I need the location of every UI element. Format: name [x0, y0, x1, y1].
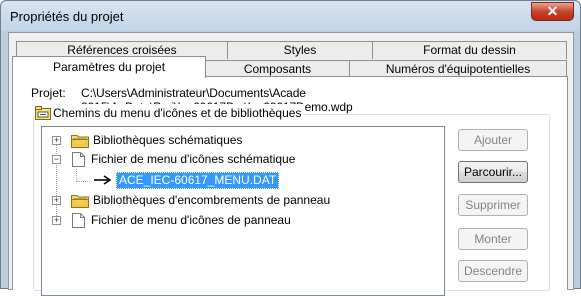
folder-icon	[71, 194, 89, 208]
tree-node-label: Fichier de menu d'icônes schématique	[91, 152, 296, 166]
tab-label: Composants	[243, 62, 312, 76]
group-title: Chemins du menu d'icônes et de bibliothè…	[35, 104, 306, 122]
tree-node-schematic-libraries[interactable]: + Bibliothèques schématiques	[52, 131, 242, 149]
tab-label: Format du dessin	[423, 43, 516, 57]
library-tree-view[interactable]: + Bibliothèques schématiques − Fichier d…	[41, 126, 445, 296]
tab-label: Styles	[283, 43, 317, 57]
title-bar[interactable]: Propriétés du projet ✕	[1, 1, 580, 31]
browse-button[interactable]: Parcourir...	[458, 161, 528, 183]
tab-label: Références croisées	[67, 43, 177, 57]
expand-icon[interactable]: +	[52, 135, 61, 145]
project-label: Projet:	[31, 86, 66, 100]
arrow-icon	[94, 175, 112, 185]
tab-label: Paramètres du projet	[52, 60, 166, 74]
tab-label: Numéros d'équipotentielles	[385, 62, 531, 76]
tree-node-panel-footprint-libraries[interactable]: + Bibliothèques d'encombrements de panne…	[52, 191, 330, 209]
tree-connector	[76, 181, 90, 182]
expand-icon[interactable]: +	[52, 215, 61, 225]
group-title-label: Chemins du menu d'icônes et de bibliothè…	[53, 106, 302, 120]
tab-styles[interactable]: Styles	[227, 41, 373, 59]
tab-drawing-format[interactable]: Format du dessin	[372, 41, 567, 59]
document-icon	[72, 151, 85, 167]
remove-button[interactable]: Supprimer	[458, 194, 528, 216]
tree-node-label: Bibliothèques d'encombrements de panneau	[93, 193, 331, 207]
move-up-button[interactable]: Monter	[458, 228, 528, 250]
tree-node-label: Bibliothèques schématiques	[93, 133, 243, 147]
move-down-button[interactable]: Descendre	[458, 260, 528, 282]
folder-library-icon	[35, 106, 51, 120]
add-button[interactable]: Ajouter	[458, 129, 528, 151]
expand-icon[interactable]: +	[52, 195, 61, 205]
project-properties-window: Propriétés du projet ✕ Références croisé…	[0, 0, 581, 296]
close-button[interactable]: ✕	[531, 2, 574, 21]
tree-node-panel-icon-menu[interactable]: + Fichier de menu d'icônes de panneau	[52, 211, 291, 229]
collapse-icon[interactable]: −	[52, 154, 61, 164]
window-title: Propriétés du projet	[10, 9, 124, 24]
tree-node-label: Fichier de menu d'icônes de panneau	[91, 213, 291, 227]
document-icon	[72, 212, 85, 228]
tab-project-settings[interactable]: Paramètres du projet	[12, 56, 206, 78]
folder-icon	[71, 134, 89, 148]
tree-node-schematic-icon-menu[interactable]: − Fichier de menu d'icônes schématique	[52, 150, 295, 168]
tree-node-menu-file-selected[interactable]: ACE_IEC-60617_MENU.DAT	[94, 171, 280, 189]
tree-node-label: ACE_IEC-60617_MENU.DAT	[116, 171, 280, 189]
